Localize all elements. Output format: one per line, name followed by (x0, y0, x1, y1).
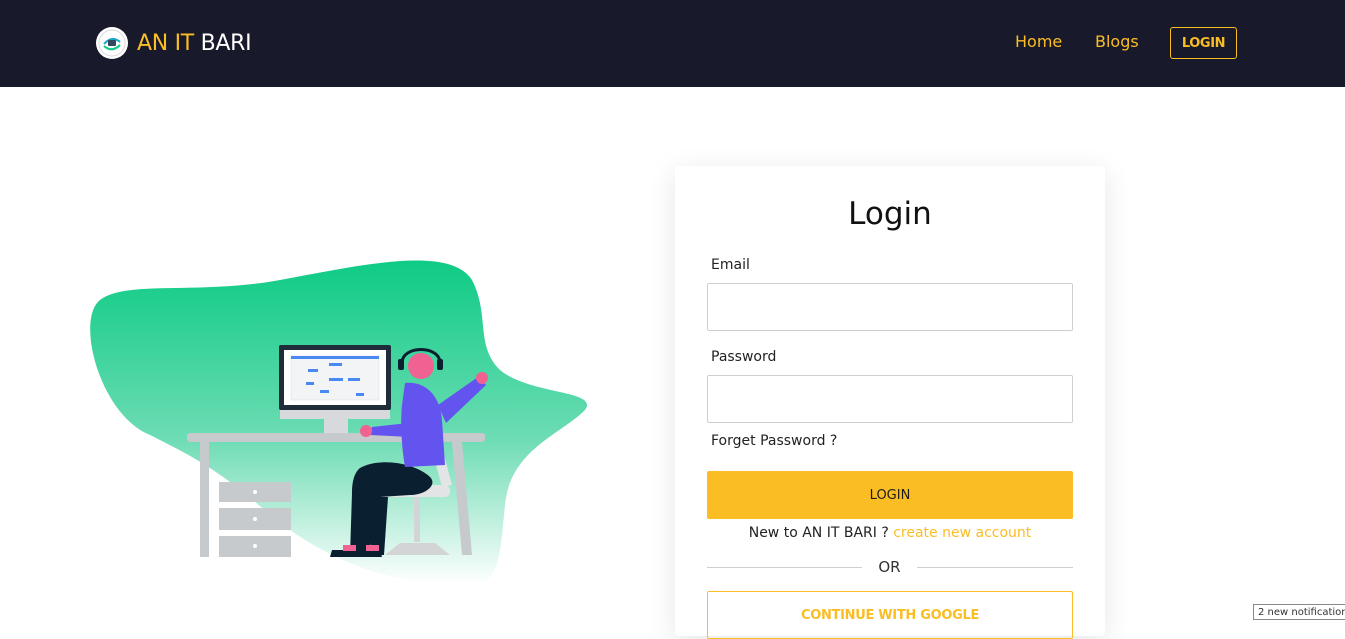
divider-right (917, 567, 1073, 568)
desk-leg-left (200, 442, 209, 557)
brand-logo-icon (96, 27, 128, 59)
forget-password-link[interactable]: Forget Password ? (711, 433, 837, 449)
continue-with-google-button[interactable]: CONTINUE WITH GOOGLE (707, 591, 1073, 639)
nav-link-home[interactable]: Home (1015, 32, 1062, 51)
brand-name-accent: AN IT (137, 30, 194, 56)
signup-prompt: New to AN IT BARI ? create new account (675, 525, 1105, 541)
email-label: Email (711, 257, 750, 273)
brand-name: AN IT BARI (137, 30, 252, 56)
nav-link-blogs[interactable]: Blogs (1095, 32, 1139, 51)
password-label: Password (711, 349, 777, 365)
create-account-link[interactable]: create new account (893, 525, 1031, 541)
nav-login-button[interactable]: LOGIN (1170, 27, 1237, 59)
signup-text: New to AN IT BARI ? (748, 525, 889, 541)
navbar: AN IT BARI Home Blogs LOGIN (0, 0, 1345, 87)
divider-left (707, 567, 862, 568)
login-illustration (90, 260, 588, 585)
login-submit-button[interactable]: LOGIN (707, 471, 1073, 519)
brand-name-rest: BARI (200, 30, 252, 56)
password-input[interactable] (707, 375, 1073, 423)
email-input[interactable] (707, 283, 1073, 331)
page-title: Login (848, 196, 932, 232)
notification-toast[interactable]: 2 new notifications (1253, 604, 1345, 620)
brand-logo-link[interactable]: AN IT BARI (96, 27, 252, 59)
person-head (408, 353, 434, 379)
or-separator: OR (878, 558, 901, 576)
